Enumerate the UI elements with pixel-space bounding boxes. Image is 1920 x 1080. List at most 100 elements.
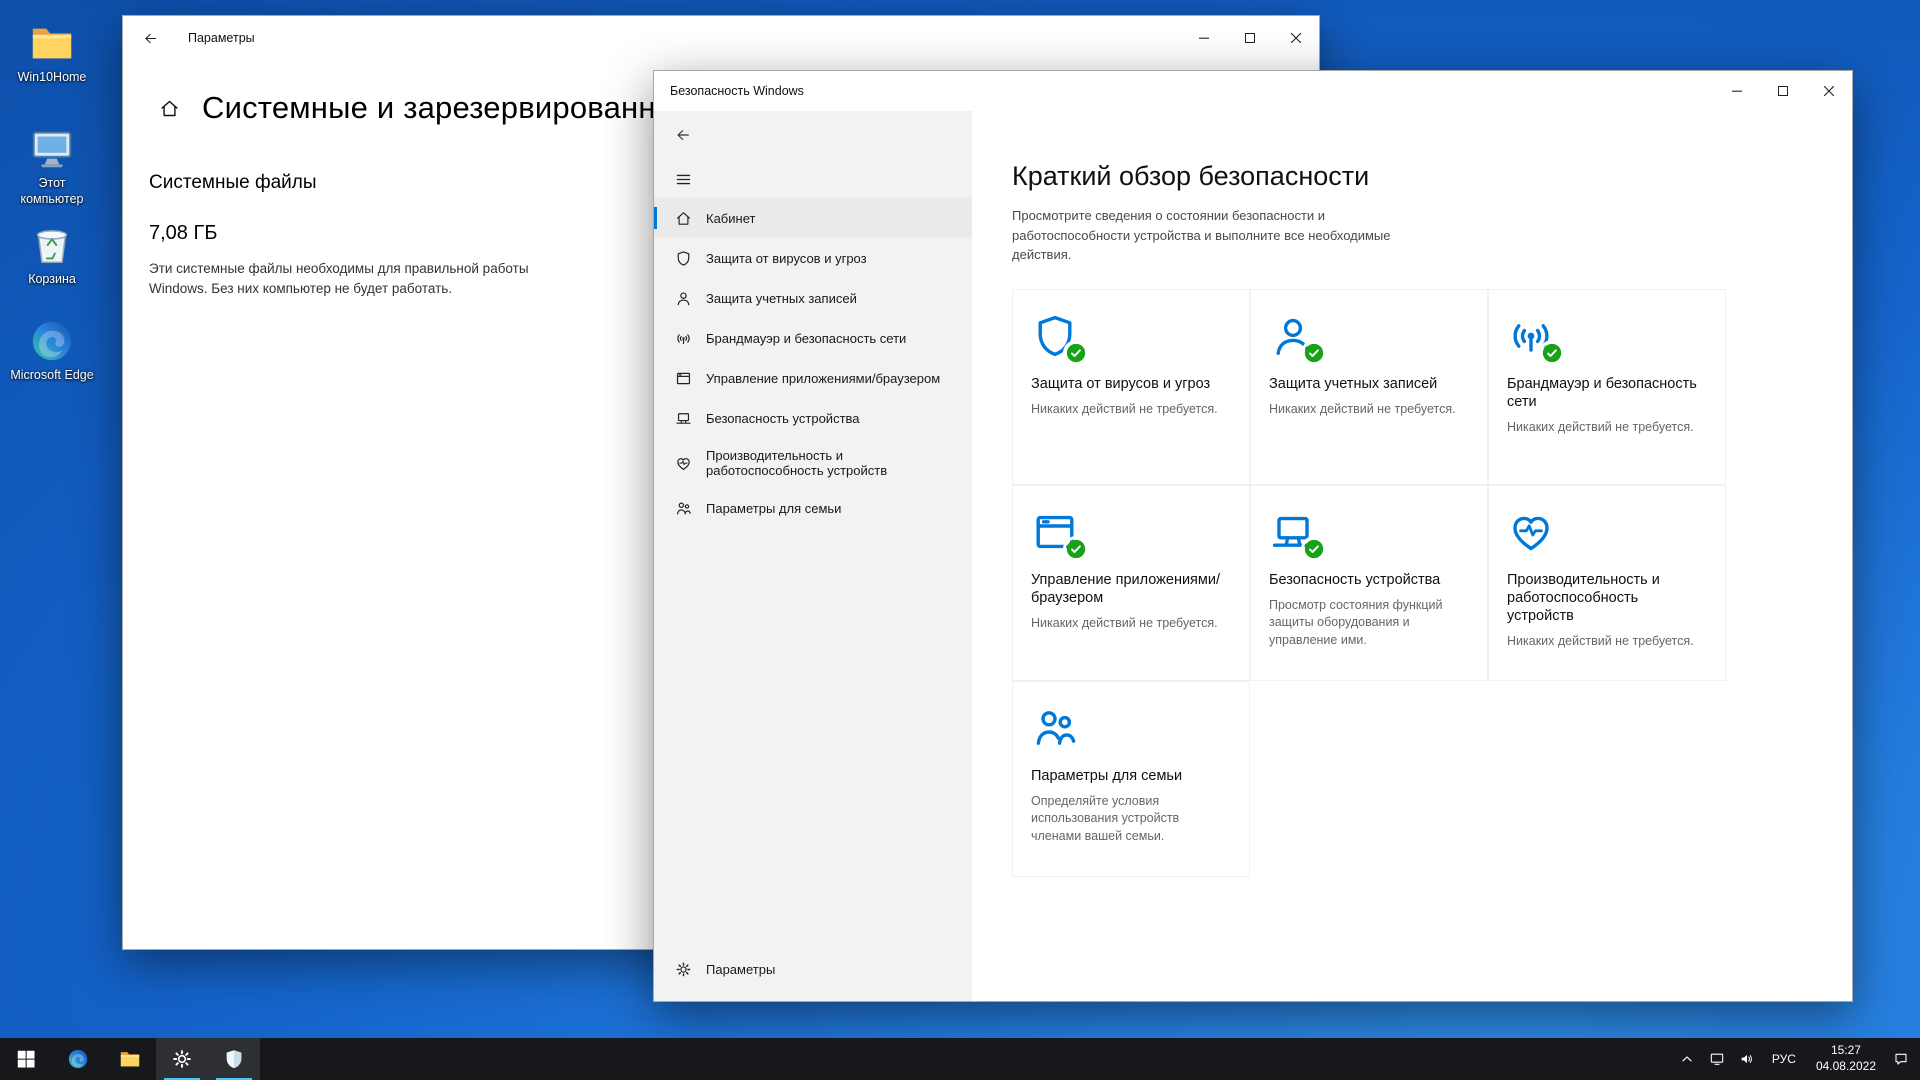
sidebar-item-label: Параметры xyxy=(706,962,775,977)
status-ok-check-icon xyxy=(1304,539,1324,559)
security-overview-title: Краткий обзор безопасности xyxy=(1012,161,1852,192)
security-overview-subtitle: Просмотрите сведения о состоянии безопас… xyxy=(1012,206,1408,265)
sidebar-item-device[interactable]: Безопасность устройства xyxy=(654,398,972,438)
defender-icon xyxy=(223,1048,245,1070)
tile-title: Параметры для семьи xyxy=(1031,767,1231,785)
security-tile-family[interactable]: Параметры для семьи Определяйте условия и… xyxy=(1012,681,1250,877)
tile-title: Брандмауэр и безопасность сети xyxy=(1507,375,1707,411)
sidebar-item-label: Производительность и работоспособность у… xyxy=(706,448,958,478)
settings-titlebar[interactable]: Параметры xyxy=(123,16,1319,60)
sidebar-item-settings[interactable]: Параметры xyxy=(654,949,972,989)
settings-page-title: Системные и зарезервированные xyxy=(202,90,696,126)
close-button[interactable] xyxy=(1273,16,1319,60)
sidebar-item-label: Параметры для семьи xyxy=(706,501,841,516)
security-tile-virus[interactable]: Защита от вирусов и угрозНикаких действи… xyxy=(1012,289,1250,485)
desktop-icon-this-pc[interactable]: Этот компьютер xyxy=(6,126,98,207)
status-ok-check-icon xyxy=(1542,343,1562,363)
language-indicator[interactable]: РУС xyxy=(1762,1038,1806,1080)
tile-title: Защита учетных записей xyxy=(1269,375,1469,393)
clock[interactable]: 15:27 04.08.2022 xyxy=(1806,1043,1886,1074)
settings-window-title: Параметры xyxy=(188,31,255,45)
security-tile-health[interactable]: Производительность и работоспособность у… xyxy=(1488,485,1726,681)
maximize-button[interactable] xyxy=(1227,16,1273,60)
desktop-icon-recycle-bin[interactable]: Корзина xyxy=(6,222,98,288)
sidebar-item-virus[interactable]: Защита от вирусов и угроз xyxy=(654,238,972,278)
taskbar-button-file-explorer[interactable] xyxy=(104,1038,156,1080)
sidebar-item-label: Защита учетных записей xyxy=(706,291,857,306)
sidebar-item-firewall[interactable]: Брандмауэр и безопасность сети xyxy=(654,318,972,358)
maximize-button[interactable] xyxy=(1760,71,1806,111)
clock-time: 15:27 xyxy=(1816,1043,1876,1059)
status-ok-check-icon xyxy=(1066,343,1086,363)
tile-title: Безопасность устройства xyxy=(1269,571,1469,589)
tile-status: Никаких действий не требуется. xyxy=(1031,615,1231,633)
sidebar-item-apps[interactable]: Управление приложениями/браузером xyxy=(654,358,972,398)
tray-chevron-up-icon[interactable] xyxy=(1672,1038,1702,1080)
security-tile-account[interactable]: Защита учетных записей Никаких действий н… xyxy=(1250,289,1488,485)
edge-icon xyxy=(29,318,75,364)
sidebar-item-account[interactable]: Защита учетных записей xyxy=(654,278,972,318)
taskbar-button-edge[interactable] xyxy=(52,1038,104,1080)
tray-display-icon[interactable] xyxy=(1702,1038,1732,1080)
family-icon xyxy=(1031,704,1079,752)
tile-status: Никаких действий не требуется. xyxy=(1507,633,1707,651)
tile-title: Производительность и работоспособность у… xyxy=(1507,571,1707,625)
folder-icon xyxy=(29,20,75,66)
recycle-bin-icon xyxy=(29,222,75,268)
tile-status: Никаких действий не требуется. xyxy=(1269,401,1469,419)
home-icon xyxy=(675,210,692,227)
edge-icon xyxy=(67,1048,89,1070)
gear-icon xyxy=(675,961,692,978)
sidebar-item-home[interactable]: Кабинет xyxy=(654,198,972,238)
security-tile-firewall[interactable]: Брандмауэр и безопасность сетиНикаких де… xyxy=(1488,289,1726,485)
window-controls xyxy=(1714,71,1852,111)
desktop-icon-edge[interactable]: Microsoft Edge xyxy=(6,318,98,384)
status-ok-check-icon xyxy=(1304,343,1324,363)
sidebar-item-label: Брандмауэр и безопасность сети xyxy=(706,331,906,346)
apps-icon xyxy=(675,370,692,387)
security-titlebar[interactable]: Безопасность Windows xyxy=(654,71,1852,111)
system-tray: РУС 15:27 04.08.2022 xyxy=(1672,1038,1920,1080)
sidebar-item-family[interactable]: Параметры для семьи xyxy=(654,488,972,528)
account-icon xyxy=(675,290,692,307)
gear-icon xyxy=(171,1048,193,1070)
security-tile-apps[interactable]: Управление приложениями/браузером Никаких… xyxy=(1012,485,1250,681)
taskbar-button-settings[interactable] xyxy=(156,1038,208,1080)
back-icon[interactable] xyxy=(143,31,158,46)
sidebar-item-label: Управление приложениями/браузером xyxy=(706,371,940,386)
tile-status: Никаких действий не требуется. xyxy=(1031,401,1231,419)
minimize-button[interactable] xyxy=(1181,16,1227,60)
status-ok-check-icon xyxy=(1066,539,1086,559)
desktop-icon-label: Win10Home xyxy=(18,70,87,86)
action-center-icon[interactable] xyxy=(1886,1038,1916,1080)
device-icon xyxy=(675,410,692,427)
desktop-icon-win10home[interactable]: Win10Home xyxy=(6,20,98,86)
minimize-button[interactable] xyxy=(1714,71,1760,111)
folder-icon xyxy=(119,1048,141,1070)
taskbar-apps xyxy=(0,1038,260,1080)
windows-logo-icon xyxy=(15,1048,37,1070)
shield-icon xyxy=(675,250,692,267)
desktop-icon-label: Microsoft Edge xyxy=(10,368,93,384)
clock-date: 04.08.2022 xyxy=(1816,1059,1876,1075)
taskbar-button-security[interactable] xyxy=(208,1038,260,1080)
security-sidebar: Кабинет Защита от вирусов и угроз Защита у… xyxy=(654,111,972,1001)
family-icon xyxy=(675,500,692,517)
security-window: Безопасность Windows Кабинет Защита от ви… xyxy=(653,70,1853,1002)
tile-title: Управление приложениями/браузером xyxy=(1031,571,1231,607)
desktop-icon-label: Корзина xyxy=(28,272,76,288)
taskbar: РУС 15:27 04.08.2022 xyxy=(0,1038,1920,1080)
sidebar-item-label: Кабинет xyxy=(706,211,755,226)
tile-status: Определяйте условия использования устрой… xyxy=(1031,793,1231,846)
hamburger-menu-icon[interactable] xyxy=(675,171,692,188)
taskbar-button-start[interactable] xyxy=(0,1038,52,1080)
tray-speaker-icon[interactable] xyxy=(1732,1038,1762,1080)
back-icon[interactable] xyxy=(675,127,691,143)
security-nav: Кабинет Защита от вирусов и угроз Защита у… xyxy=(654,198,972,528)
close-button[interactable] xyxy=(1806,71,1852,111)
home-icon[interactable] xyxy=(159,98,180,119)
sidebar-item-health[interactable]: Производительность и работоспособность у… xyxy=(654,438,972,488)
window-controls xyxy=(1181,16,1319,60)
security-tile-device[interactable]: Безопасность устройстваПросмотр состояни… xyxy=(1250,485,1488,681)
desktop-icon-label: Этот компьютер xyxy=(6,176,98,207)
